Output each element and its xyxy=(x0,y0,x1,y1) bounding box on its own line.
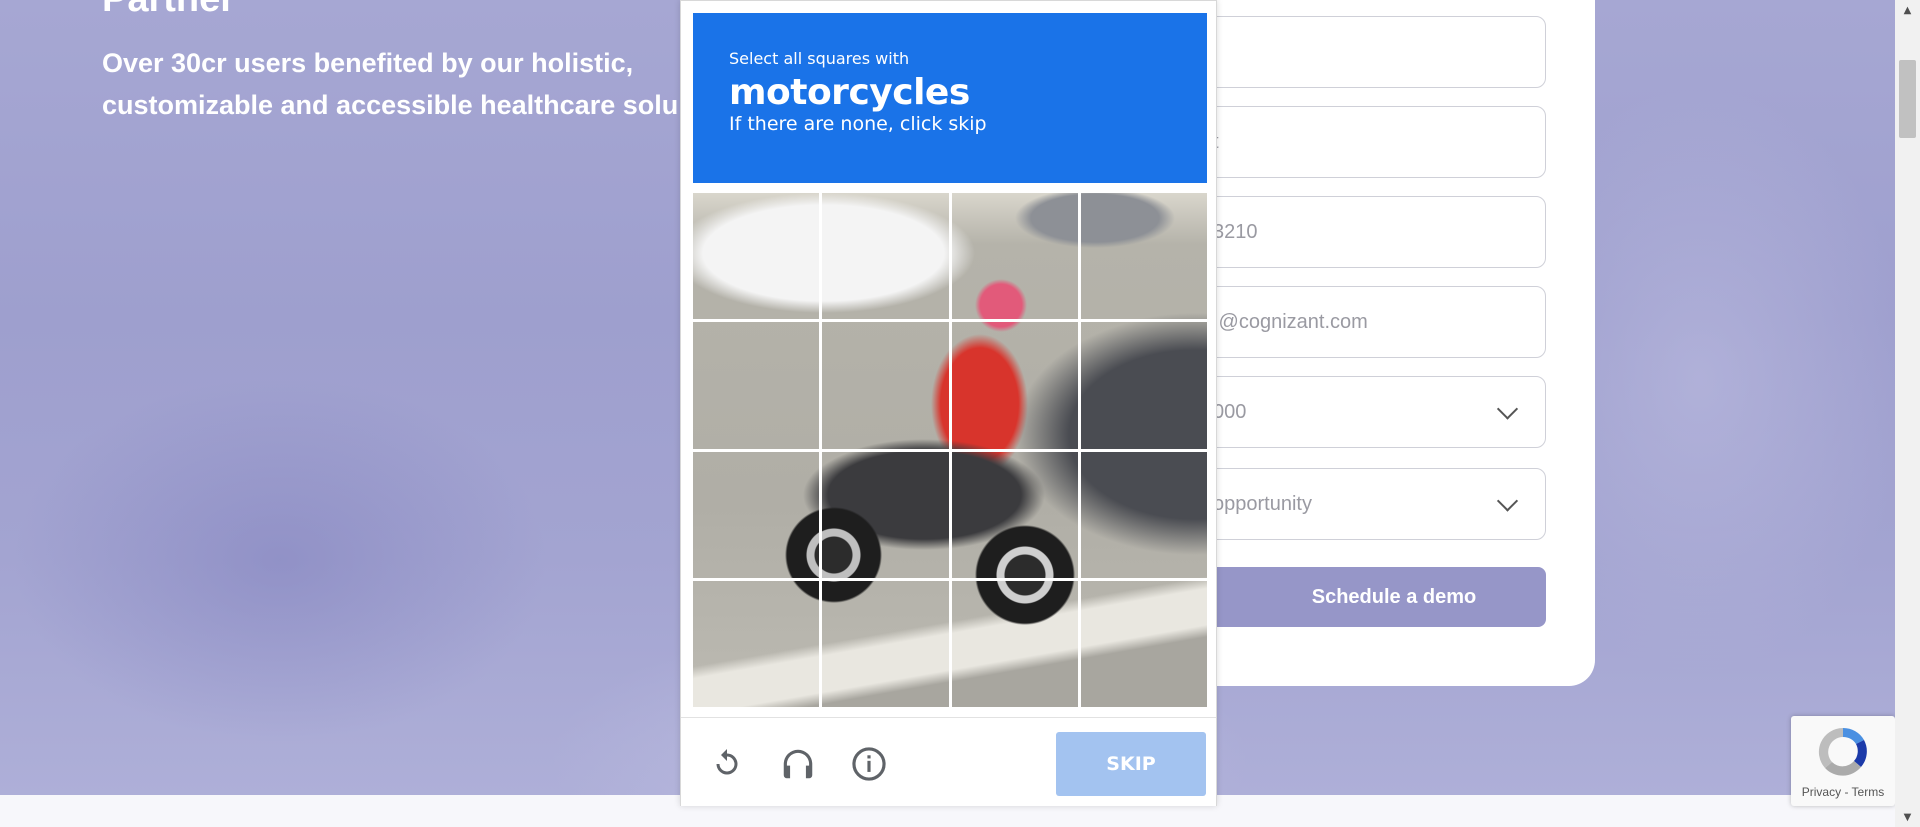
captcha-tile-image xyxy=(1080,193,1207,320)
captcha-target-object: motorcycles xyxy=(729,72,970,113)
captcha-challenge-dialog: Select all squares with motorcycles If t… xyxy=(680,0,1217,806)
schedule-demo-button[interactable]: Schedule a demo xyxy=(1168,567,1546,627)
phone-field-value: 3210 xyxy=(1213,220,1258,243)
captcha-tile[interactable] xyxy=(822,322,949,449)
email-field-value: .@cognizant.com xyxy=(1213,310,1368,333)
hero-subline: Over 30cr users benefited by our holisti… xyxy=(102,48,679,120)
scroll-up-arrow-icon[interactable]: ▲ xyxy=(1895,0,1920,20)
captcha-tile-image xyxy=(822,322,949,449)
captcha-image-grid xyxy=(693,193,1207,707)
reload-icon[interactable] xyxy=(707,744,747,784)
chevron-down-icon xyxy=(1496,398,1519,420)
captcha-tile[interactable] xyxy=(951,193,1078,320)
captcha-tile[interactable] xyxy=(822,451,949,578)
captcha-tile-image xyxy=(951,322,1078,449)
scrollbar-thumb[interactable] xyxy=(1899,60,1916,138)
info-icon[interactable] xyxy=(849,744,889,784)
captcha-instructions: Select all squares with motorcycles If t… xyxy=(693,13,1207,183)
captcha-tile[interactable] xyxy=(822,193,949,320)
recaptcha-badge[interactable]: Privacy - Terms xyxy=(1791,716,1895,806)
email-field[interactable]: .@cognizant.com xyxy=(1168,286,1546,358)
phone-field[interactable]: 3210 xyxy=(1168,196,1546,268)
captcha-tile-image xyxy=(822,451,949,578)
captcha-tile-image xyxy=(693,580,820,707)
captcha-instruction-line1: Select all squares with xyxy=(729,49,910,68)
captcha-tile-image xyxy=(951,451,1078,578)
captcha-tile[interactable] xyxy=(1080,580,1207,707)
captcha-tile[interactable] xyxy=(693,451,820,578)
captcha-tile[interactable] xyxy=(693,322,820,449)
captcha-tile-image xyxy=(1080,580,1207,707)
recaptcha-logo-icon xyxy=(1818,727,1867,776)
captcha-tile[interactable] xyxy=(951,451,1078,578)
size-select[interactable]: 000 xyxy=(1168,376,1546,448)
captcha-tile[interactable] xyxy=(693,193,820,320)
captcha-tile[interactable] xyxy=(822,580,949,707)
captcha-tile[interactable] xyxy=(951,322,1078,449)
size-select-value: 000 xyxy=(1213,400,1247,423)
skip-button[interactable]: SKIP xyxy=(1056,732,1206,796)
captcha-instruction-line3: If there are none, click skip xyxy=(729,113,987,135)
captcha-tile[interactable] xyxy=(1080,322,1207,449)
captcha-tile-image xyxy=(693,451,820,578)
captcha-tile-image xyxy=(1080,322,1207,449)
captcha-tile[interactable] xyxy=(693,580,820,707)
audio-headphones-icon[interactable] xyxy=(778,744,818,784)
captcha-tile-image xyxy=(822,193,949,320)
captcha-tile-image xyxy=(693,193,820,320)
opportunity-select-value: opportunity xyxy=(1213,492,1312,515)
captcha-tile-image xyxy=(822,580,949,707)
captcha-tile-image xyxy=(693,322,820,449)
scroll-down-arrow-icon[interactable]: ▼ xyxy=(1895,807,1920,827)
recaptcha-privacy-terms[interactable]: Privacy - Terms xyxy=(1791,785,1895,799)
opportunity-select[interactable]: opportunity xyxy=(1168,468,1546,540)
captcha-tile[interactable] xyxy=(1080,451,1207,578)
captcha-footer: SKIP xyxy=(681,717,1216,806)
captcha-tile[interactable] xyxy=(951,580,1078,707)
form-field-1[interactable] xyxy=(1168,16,1546,88)
captcha-tile[interactable] xyxy=(1080,193,1207,320)
captcha-tile-image xyxy=(951,580,1078,707)
hero-headline: Partner xyxy=(102,0,235,21)
form-field-2[interactable]: t xyxy=(1168,106,1546,178)
captcha-tile-image xyxy=(951,193,1078,320)
captcha-tile-image xyxy=(1080,451,1207,578)
chevron-down-icon xyxy=(1496,490,1519,512)
page-scrollbar[interactable]: ▲ ▼ xyxy=(1895,0,1920,827)
